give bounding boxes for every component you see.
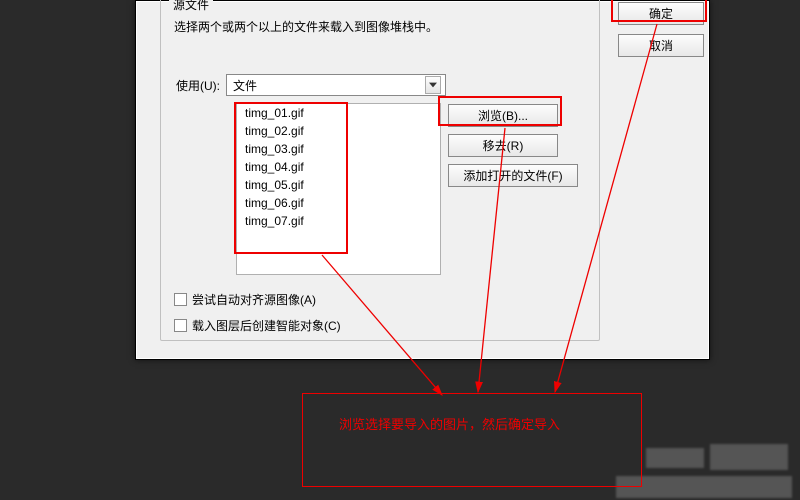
ok-button[interactable]: 确定	[618, 2, 704, 25]
add-open-files-button[interactable]: 添加打开的文件(F)	[448, 164, 578, 187]
smart-object-checkbox-row[interactable]: 载入图层后创建智能对象(C)	[174, 317, 341, 334]
cancel-button[interactable]: 取消	[618, 34, 704, 57]
chevron-down-icon	[425, 76, 441, 94]
censored-block	[646, 448, 704, 468]
annotation-tip-text: 浏览选择要导入的图片，然后确定导入	[339, 417, 560, 432]
censored-block	[616, 476, 792, 498]
fieldset-legend: 源文件	[169, 0, 213, 13]
list-item[interactable]: timg_02.gif	[237, 122, 440, 140]
use-combobox[interactable]: 文件	[226, 74, 446, 96]
browse-button[interactable]: 浏览(B)...	[448, 104, 558, 127]
dialog-window: 源文件 选择两个或两个以上的文件来载入到图像堆栈中。 使用(U): 文件 tim…	[135, 0, 710, 360]
auto-align-label: 尝试自动对齐源图像(A)	[192, 291, 316, 308]
auto-align-checkbox-row[interactable]: 尝试自动对齐源图像(A)	[174, 291, 316, 308]
checkbox-icon[interactable]	[174, 319, 187, 332]
use-row: 使用(U): 文件	[176, 74, 446, 96]
list-item[interactable]: timg_03.gif	[237, 140, 440, 158]
use-label: 使用(U):	[176, 77, 220, 94]
smart-object-label: 载入图层后创建智能对象(C)	[192, 317, 341, 334]
list-item[interactable]: timg_07.gif	[237, 212, 440, 230]
use-combobox-value: 文件	[233, 77, 257, 94]
annotation-tip-box: 浏览选择要导入的图片，然后确定导入	[302, 393, 642, 487]
remove-button[interactable]: 移去(R)	[448, 134, 558, 157]
list-item[interactable]: timg_04.gif	[237, 158, 440, 176]
file-list[interactable]: timg_01.gif timg_02.gif timg_03.gif timg…	[236, 103, 441, 275]
description-text: 选择两个或两个以上的文件来载入到图像堆栈中。	[174, 18, 438, 35]
list-item[interactable]: timg_01.gif	[237, 104, 440, 122]
checkbox-icon[interactable]	[174, 293, 187, 306]
list-item[interactable]: timg_06.gif	[237, 194, 440, 212]
list-item[interactable]: timg_05.gif	[237, 176, 440, 194]
censored-block	[710, 444, 788, 470]
